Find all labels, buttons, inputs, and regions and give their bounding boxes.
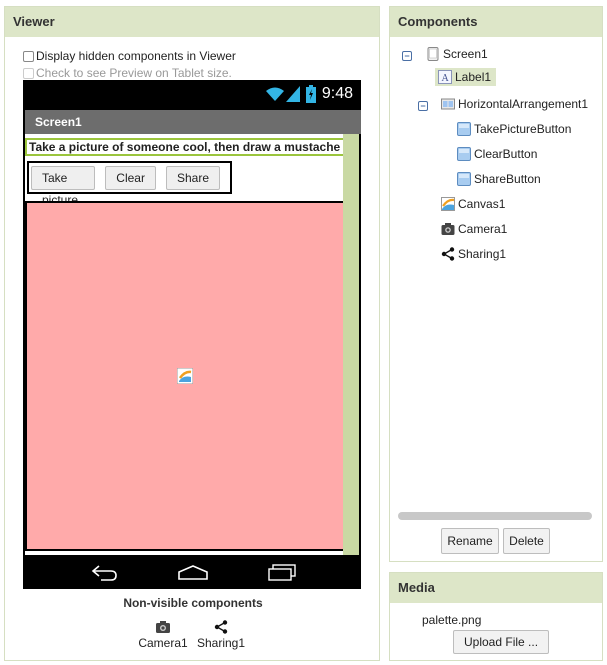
- wifi-icon: [266, 87, 284, 101]
- media-file-item[interactable]: palette.png: [422, 613, 481, 627]
- nonvisible-sharing[interactable]: Sharing1: [196, 620, 246, 650]
- arrangement-icon: [441, 98, 455, 110]
- display-hidden-label: Display hidden components in Viewer: [36, 49, 236, 63]
- tree-label: TakePictureButton: [474, 122, 572, 136]
- tree-item-canvas1[interactable]: Canvas1: [441, 197, 505, 211]
- label1-preview[interactable]: Take a picture of someone cool, then dra…: [25, 138, 343, 156]
- button-icon: [457, 147, 471, 161]
- tree-label: ClearButton: [474, 147, 538, 161]
- screen-icon: [427, 47, 439, 61]
- tree-item-sharebutton[interactable]: ShareButton: [457, 172, 541, 186]
- delete-button[interactable]: Delete: [503, 528, 550, 554]
- nav-bar: [23, 555, 361, 589]
- screen-title-bar: Screen1: [25, 110, 361, 134]
- signal-icon: [286, 86, 300, 102]
- recents-icon: [268, 564, 296, 581]
- components-panel: Components − Screen1 A Label1 − Horizont…: [389, 6, 603, 562]
- tablet-preview-label: Check to see Preview on Tablet size.: [36, 66, 232, 80]
- tree-label: ShareButton: [474, 172, 541, 186]
- screen-content: Take a picture of someone cool, then dra…: [25, 134, 343, 555]
- tree-item-takepicturebutton[interactable]: TakePictureButton: [457, 122, 571, 136]
- camera-icon: [441, 223, 455, 235]
- screen-scrollbar[interactable]: [343, 134, 359, 555]
- tree-item-horizontalarrangement1[interactable]: HorizontalArrangement1: [441, 97, 588, 111]
- status-bar: 9:48: [23, 80, 361, 110]
- tree-label: Canvas1: [458, 197, 506, 211]
- tree-item-camera1[interactable]: Camera1: [441, 222, 507, 236]
- upload-file-button[interactable]: Upload File ...: [453, 630, 550, 654]
- tree-item-screen1[interactable]: Screen1: [426, 47, 488, 61]
- share-button[interactable]: Share: [165, 165, 220, 190]
- viewer-header: Viewer: [5, 7, 379, 37]
- screen1-collapse-toggle[interactable]: −: [402, 51, 412, 61]
- media-header: Media: [390, 573, 602, 603]
- nonvisible-camera[interactable]: Camera1: [138, 620, 188, 650]
- canvas-preview[interactable]: [25, 201, 343, 551]
- share-icon: [214, 620, 228, 634]
- button-icon: [457, 122, 471, 136]
- tree-label: Label1: [455, 70, 492, 84]
- checkbox-box[interactable]: [23, 67, 34, 79]
- tree-label: Camera1: [458, 222, 508, 236]
- take-picture-button[interactable]: Take picture: [31, 165, 96, 207]
- tree-item-sharing1[interactable]: Sharing1: [441, 247, 506, 261]
- tree-label: Sharing1: [458, 247, 507, 261]
- tree-item-clearbutton[interactable]: ClearButton: [457, 147, 537, 161]
- canvas-icon: [177, 368, 193, 384]
- checkbox-box[interactable]: [23, 50, 34, 62]
- tablet-preview-checkbox[interactable]: Check to see Preview on Tablet size.: [23, 66, 232, 80]
- camera-icon: [156, 621, 170, 633]
- phone-mockup: 9:48 Screen1 Take a picture of someone c…: [23, 80, 361, 589]
- clear-button[interactable]: Clear: [105, 165, 156, 190]
- canvas-icon: [441, 197, 455, 211]
- label-icon: A: [438, 70, 452, 84]
- viewer-panel: Viewer Display hidden components in View…: [4, 6, 380, 661]
- status-time: 9:48: [321, 85, 353, 102]
- components-header: Components: [390, 7, 602, 37]
- battery-icon: [306, 85, 316, 103]
- share-icon: [441, 247, 455, 261]
- components-horizontal-scrollbar[interactable]: [398, 512, 592, 520]
- horizontal-arrangement-preview[interactable]: Take picture Clear Share: [27, 161, 232, 207]
- tree-item-label1[interactable]: A Label1: [435, 68, 497, 86]
- nonvisible-title: Non-visible components: [123, 596, 263, 610]
- display-hidden-checkbox[interactable]: Display hidden components in Viewer: [23, 49, 236, 63]
- tree-label: Screen1: [443, 47, 488, 61]
- rename-button[interactable]: Rename: [441, 528, 499, 554]
- tree-label: HorizontalArrangement1: [458, 97, 589, 111]
- button-icon: [457, 172, 471, 186]
- nonvisible-sharing-label: Sharing1: [196, 636, 246, 650]
- media-panel: Media palette.png Upload File ...: [389, 572, 603, 661]
- svg-text:A: A: [442, 73, 450, 84]
- home-icon: [178, 565, 208, 580]
- back-icon: [91, 565, 117, 581]
- harrangement-collapse-toggle[interactable]: −: [418, 101, 428, 111]
- nonvisible-camera-label: Camera1: [138, 636, 188, 650]
